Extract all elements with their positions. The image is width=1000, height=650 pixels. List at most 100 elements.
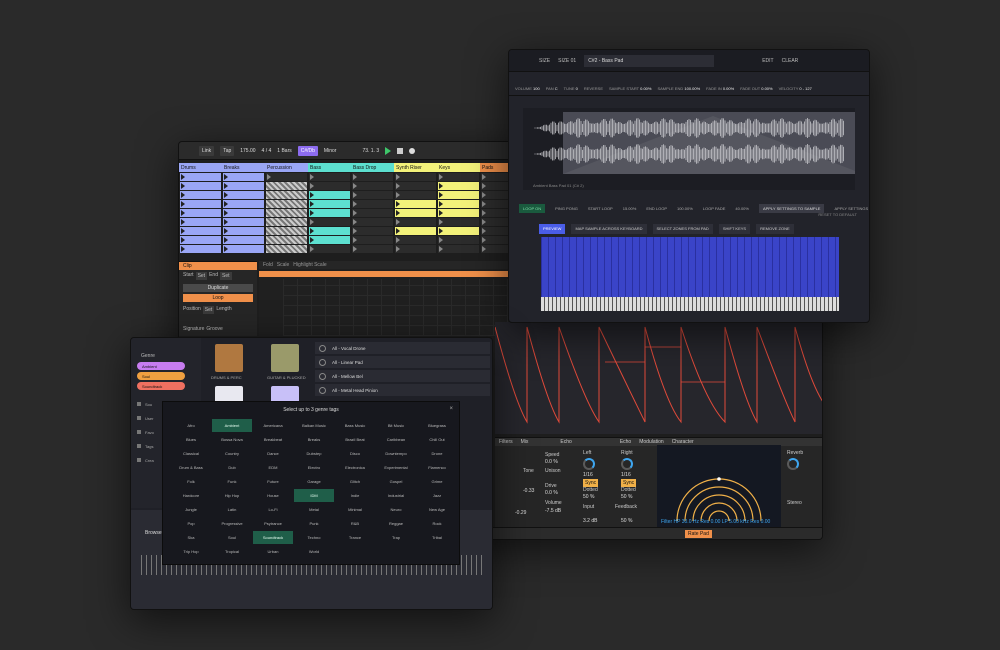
genre-tag-house[interactable]: House bbox=[253, 489, 293, 502]
control-apply-settings-to-sample[interactable]: APPLY SETTINGS TO SAMPLE bbox=[758, 203, 825, 213]
duplicate-button[interactable]: Duplicate bbox=[183, 284, 253, 292]
genre-tag-tribal[interactable]: Tribal bbox=[417, 531, 457, 544]
clip-slot[interactable] bbox=[395, 245, 436, 253]
clip-slot[interactable] bbox=[438, 218, 479, 226]
clip-slot[interactable] bbox=[438, 182, 479, 190]
launch-icon[interactable] bbox=[396, 201, 400, 207]
clip-slot[interactable] bbox=[223, 245, 264, 253]
clip-slot[interactable] bbox=[352, 182, 393, 190]
launch-icon[interactable] bbox=[224, 246, 228, 252]
clip-slot[interactable] bbox=[352, 218, 393, 226]
clip-slot[interactable] bbox=[352, 245, 393, 253]
map-sample-across-keyboard-button[interactable]: MAP SAMPLE ACROSS KEYBOARD bbox=[571, 224, 647, 234]
genre-tag-downtempo[interactable]: Downtempo bbox=[376, 447, 416, 460]
clip-slot[interactable] bbox=[180, 200, 221, 208]
right-sync-button[interactable]: Sync bbox=[621, 479, 637, 487]
signature-field[interactable]: 4 / 4 bbox=[262, 148, 272, 154]
param-sample-end[interactable]: SAMPLE END 100.00% bbox=[657, 86, 700, 91]
genre-pill-ambient[interactable]: Ambient bbox=[137, 362, 185, 370]
clip-slot[interactable] bbox=[352, 236, 393, 244]
launch-icon[interactable] bbox=[439, 219, 443, 225]
clip-slot[interactable] bbox=[180, 209, 221, 217]
close-icon[interactable]: × bbox=[449, 406, 453, 412]
size-01-button[interactable]: SIZE 01 bbox=[558, 58, 576, 64]
launch-icon[interactable] bbox=[310, 210, 314, 216]
echo-visualizer[interactable]: Filter HP 30.0 Hz Res 0.00 LP 5.00 kHz R… bbox=[657, 445, 781, 527]
genre-tag-electro[interactable]: Electro bbox=[294, 461, 334, 474]
clip-slot[interactable] bbox=[266, 236, 307, 244]
launch-icon[interactable] bbox=[396, 183, 400, 189]
clip-slot[interactable] bbox=[395, 218, 436, 226]
launch-icon[interactable] bbox=[224, 201, 228, 207]
genre-tag-bluegrass[interactable]: Bluegrass bbox=[417, 419, 457, 432]
sidebar-item-tags[interactable]: Tags bbox=[137, 444, 154, 449]
genre-tag-afro[interactable]: Afro bbox=[171, 419, 211, 432]
clip-slot[interactable] bbox=[395, 227, 436, 235]
clip-slot[interactable] bbox=[352, 200, 393, 208]
genre-tag-new-age[interactable]: New Age bbox=[417, 503, 457, 516]
genre-tag-jungle[interactable]: Jungle bbox=[171, 503, 211, 516]
genre-pill-soul[interactable]: Soul bbox=[137, 372, 185, 380]
clip-slot[interactable] bbox=[266, 173, 307, 181]
launch-icon[interactable] bbox=[181, 201, 185, 207]
loop-toggle[interactable]: Loop bbox=[183, 294, 253, 302]
preset-row[interactable]: All - Linear Pad bbox=[315, 356, 490, 368]
clip-slot[interactable] bbox=[223, 236, 264, 244]
genre-tag-jazz[interactable]: Jazz bbox=[417, 489, 457, 502]
position-set-button[interactable]: Set bbox=[202, 306, 215, 314]
launch-icon[interactable] bbox=[396, 237, 400, 243]
start-set-button[interactable]: Set bbox=[195, 272, 208, 280]
track-header[interactable]: Bass Drop bbox=[351, 163, 394, 172]
genre-pill-soundtrack[interactable]: Soundtrack bbox=[137, 382, 185, 390]
param-volume[interactable]: VOLUME 100 bbox=[515, 86, 540, 91]
right-time-knob[interactable] bbox=[621, 458, 633, 470]
clip-slot[interactable] bbox=[223, 182, 264, 190]
clip-slot[interactable] bbox=[395, 209, 436, 217]
control-end-loop[interactable]: END LOOP bbox=[646, 206, 667, 211]
launch-icon[interactable] bbox=[396, 246, 400, 252]
genre-tag-chill-out[interactable]: Chill Out bbox=[417, 433, 457, 446]
preview-play-icon[interactable] bbox=[319, 358, 326, 366]
clip-slot[interactable] bbox=[309, 227, 350, 235]
genre-tag-bit-music[interactable]: Bit Music bbox=[376, 419, 416, 432]
genre-tag-ambient[interactable]: Ambient bbox=[212, 419, 252, 432]
clip-slot[interactable] bbox=[309, 191, 350, 199]
launch-icon[interactable] bbox=[439, 237, 443, 243]
launch-icon[interactable] bbox=[267, 174, 271, 180]
tab-echo[interactable]: Echo bbox=[620, 438, 631, 446]
control-start-loop[interactable]: START LOOP bbox=[588, 206, 613, 211]
genre-tag-trance[interactable]: Trance bbox=[335, 531, 375, 544]
control-100-00[interactable]: 100.00% bbox=[677, 206, 693, 211]
launch-icon[interactable] bbox=[224, 237, 228, 243]
preset-row[interactable]: All - Vocal Drone bbox=[315, 342, 490, 354]
sidebar-item-crea[interactable]: Crea bbox=[137, 458, 154, 463]
clip-slot[interactable] bbox=[438, 200, 479, 208]
fold-button[interactable]: Fold bbox=[263, 261, 273, 269]
genre-tag-techno[interactable]: Techno bbox=[294, 531, 334, 544]
launch-icon[interactable] bbox=[353, 237, 357, 243]
clip-slot[interactable] bbox=[266, 209, 307, 217]
genre-tag-urban[interactable]: Urban bbox=[253, 545, 293, 558]
size-button[interactable]: SIZE bbox=[539, 58, 550, 64]
clip-slot[interactable] bbox=[223, 200, 264, 208]
clip-slot[interactable] bbox=[438, 209, 479, 217]
sidebar-item-sou[interactable]: Sou bbox=[137, 402, 154, 407]
launch-icon[interactable] bbox=[439, 183, 443, 189]
launch-icon[interactable] bbox=[482, 237, 486, 243]
launch-icon[interactable] bbox=[482, 183, 486, 189]
genre-tag-indie[interactable]: Indie bbox=[335, 489, 375, 502]
preset-row[interactable]: All - Mellow Bel bbox=[315, 370, 490, 382]
launch-icon[interactable] bbox=[482, 174, 486, 180]
genre-tag-latin[interactable]: Latin bbox=[212, 503, 252, 516]
clip-slot[interactable] bbox=[438, 173, 479, 181]
genre-tag-classical[interactable]: Classical bbox=[171, 447, 211, 460]
genre-tag-bossa-nova[interactable]: Bossa Nova bbox=[212, 433, 252, 446]
clip-slot[interactable] bbox=[309, 218, 350, 226]
clip-slot[interactable] bbox=[266, 227, 307, 235]
launch-icon[interactable] bbox=[181, 192, 185, 198]
launch-icon[interactable] bbox=[439, 174, 443, 180]
param-fade-out[interactable]: FADE OUT 0.00% bbox=[740, 86, 772, 91]
genre-tag-balkan-music[interactable]: Balkan Music bbox=[294, 419, 334, 432]
launch-icon[interactable] bbox=[439, 201, 443, 207]
sidebar-item-favo[interactable]: Favo bbox=[137, 430, 154, 435]
